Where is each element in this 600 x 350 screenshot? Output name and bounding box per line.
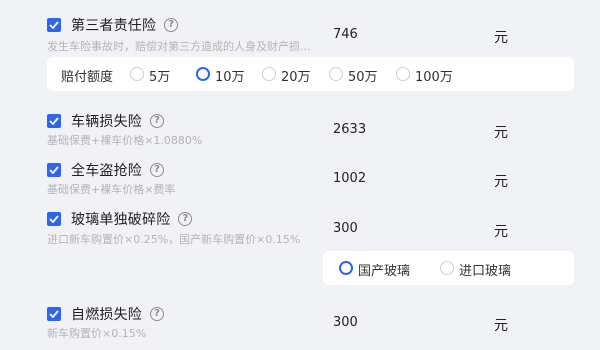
- premium-value: 2633: [333, 122, 367, 137]
- item-title: 玻璃单独破碎险: [71, 212, 171, 228]
- premium-value: 300: [333, 315, 358, 330]
- item-title: 自燃损失险: [71, 307, 142, 323]
- question-circle-icon[interactable]: ?: [150, 114, 164, 128]
- radio-icon[interactable]: [262, 67, 276, 81]
- radio-icon[interactable]: [396, 67, 410, 81]
- checkbox-checked-icon[interactable]: [47, 163, 61, 177]
- currency-unit: 元: [494, 125, 508, 141]
- checkbox-checked-icon[interactable]: [47, 18, 61, 32]
- question-circle-icon[interactable]: ?: [164, 18, 179, 32]
- item-title: 车辆损失险: [71, 114, 142, 130]
- item-title: 全车盗抢险: [71, 163, 142, 179]
- currency-unit: 元: [494, 174, 508, 190]
- glass-option-imported[interactable]: 进口玻璃: [459, 260, 511, 279]
- item-title: 第三者责任险: [71, 18, 157, 34]
- premium-value: 746: [333, 27, 358, 42]
- compensation-option-100w[interactable]: 100万: [415, 66, 453, 85]
- compensation-limit-panel: 赔付额度 5万 10万 20万 50万 100万: [47, 57, 574, 91]
- compensation-option-5w[interactable]: 5万: [149, 66, 170, 85]
- checkbox-checked-icon[interactable]: [47, 114, 61, 128]
- item-theft-header: 全车盗抢险 ?: [47, 160, 164, 180]
- insurance-options-page: 第三者责任险 ? 发生车险事故时，赔偿对第三方造成的人身及财产损... 746 …: [0, 0, 600, 350]
- item-third-party-header: 第三者责任险 ?: [47, 15, 179, 35]
- compensation-label: 赔付额度: [61, 70, 114, 85]
- item-description: 基础保费+裸车价格×费率: [47, 183, 176, 196]
- radio-icon[interactable]: [440, 261, 454, 275]
- item-description: 基础保费+裸车价格×1.0880%: [47, 134, 203, 147]
- premium-value: 300: [333, 221, 358, 236]
- item-self-ignition-header: 自燃损失险 ?: [47, 304, 164, 324]
- item-description: 进口新车购置价×0.25%，国产新车购置价×0.15%: [47, 233, 301, 246]
- radio-icon[interactable]: [329, 67, 343, 81]
- item-description: 新车购置价×0.15%: [47, 327, 147, 340]
- glass-type-panel: 国产玻璃 进口玻璃: [323, 251, 574, 285]
- premium-value: 1002: [333, 171, 367, 186]
- item-glass-header: 玻璃单独破碎险 ?: [47, 209, 193, 229]
- currency-unit: 元: [494, 30, 508, 46]
- checkbox-checked-icon[interactable]: [47, 212, 61, 226]
- glass-option-domestic[interactable]: 国产玻璃: [358, 260, 410, 279]
- compensation-option-10w[interactable]: 10万: [215, 66, 245, 85]
- checkbox-checked-icon[interactable]: [47, 307, 61, 321]
- radio-icon[interactable]: [196, 67, 210, 81]
- radio-icon[interactable]: [339, 261, 353, 275]
- radio-icon[interactable]: [130, 67, 144, 81]
- compensation-option-20w[interactable]: 20万: [281, 66, 311, 85]
- currency-unit: 元: [494, 318, 508, 334]
- question-circle-icon[interactable]: ?: [178, 212, 193, 226]
- item-vehicle-damage-header: 车辆损失险 ?: [47, 111, 164, 131]
- item-description: 发生车险事故时，赔偿对第三方造成的人身及财产损...: [47, 40, 311, 53]
- compensation-option-50w[interactable]: 50万: [348, 66, 378, 85]
- question-circle-icon[interactable]: ?: [150, 307, 164, 321]
- question-circle-icon[interactable]: ?: [150, 163, 164, 177]
- currency-unit: 元: [494, 224, 508, 240]
